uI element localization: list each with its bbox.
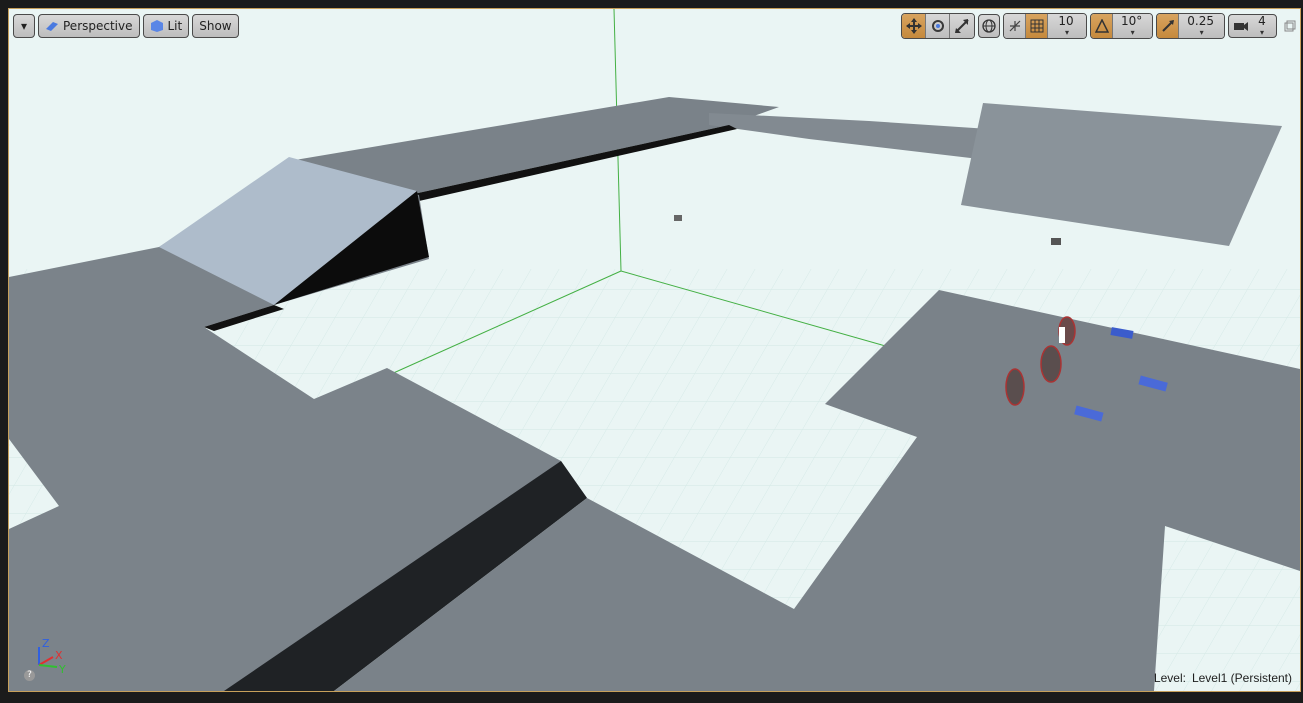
rotation-snap-value: 10° bbox=[1121, 14, 1143, 28]
grid-snap-toggle[interactable] bbox=[1026, 14, 1048, 38]
show-flags-button[interactable]: Show bbox=[192, 14, 239, 38]
surface-snap-button[interactable] bbox=[1004, 14, 1026, 38]
view-mode-label: Perspective bbox=[63, 19, 133, 33]
help-icon[interactable]: ? bbox=[24, 670, 35, 681]
rotate-tool-button[interactable] bbox=[926, 14, 950, 38]
axis-z-label: Z bbox=[42, 637, 50, 650]
rotation-snap-toggle[interactable] bbox=[1091, 14, 1113, 38]
scene-render[interactable] bbox=[9, 9, 1300, 691]
scale-arrows-icon bbox=[955, 19, 969, 33]
lit-sphere-icon bbox=[150, 20, 163, 32]
move-arrows-icon bbox=[905, 18, 922, 34]
maximize-viewport-icon[interactable] bbox=[1284, 20, 1296, 32]
world-local-toggle[interactable] bbox=[978, 14, 1000, 38]
angle-icon bbox=[1094, 19, 1109, 33]
grid-icon bbox=[1030, 19, 1043, 33]
chevron-down-icon: ▾ bbox=[1259, 28, 1264, 37]
chevron-down-icon: ▾ bbox=[1199, 28, 1204, 37]
rotate-icon bbox=[931, 20, 944, 32]
grid-snap-value: 10 bbox=[1058, 14, 1074, 28]
rotation-snap-group: 10° ▾ bbox=[1090, 13, 1154, 39]
viewport-toolbar-left: ▾ Perspective Lit Show bbox=[13, 13, 242, 39]
lighting-mode-label: Lit bbox=[167, 19, 183, 33]
camera-speed-dropdown[interactable]: 4 ▾ bbox=[1228, 14, 1277, 38]
scale-tool-button[interactable] bbox=[950, 14, 974, 38]
chevron-down-icon: ▾ bbox=[20, 19, 28, 33]
scale-snap-value-dropdown[interactable]: 0.25 ▾ bbox=[1179, 14, 1224, 38]
camera-speed-value: 4 bbox=[1258, 14, 1266, 28]
level-viewport[interactable]: ▾ Perspective Lit Show 10 ▾ 10° ▾ 0.25 ▾… bbox=[8, 8, 1301, 692]
show-label: Show bbox=[199, 19, 232, 33]
view-mode-button[interactable]: Perspective bbox=[38, 14, 140, 38]
chevron-down-icon: ▾ bbox=[1130, 28, 1135, 37]
axis-x-label: X bbox=[55, 649, 63, 662]
grid-snap-group: 10 ▾ bbox=[1003, 13, 1087, 39]
perspective-icon bbox=[46, 22, 58, 31]
viewport-options-button[interactable]: ▾ bbox=[13, 14, 35, 38]
scale-snap-icon bbox=[1162, 20, 1174, 32]
translate-tool-button[interactable] bbox=[902, 14, 926, 38]
viewport-toolbar-right: 10 ▾ 10° ▾ 0.25 ▾ 4 ▾ bbox=[901, 13, 1280, 39]
axis-y-label: Y bbox=[58, 663, 66, 676]
level-indicator: Level: Level1 (Persistent) bbox=[1154, 671, 1292, 685]
surface-snap-icon bbox=[1009, 20, 1020, 32]
grid-snap-value-dropdown[interactable]: 10 ▾ bbox=[1048, 14, 1086, 38]
chevron-down-icon: ▾ bbox=[1064, 28, 1069, 37]
scale-snap-value: 0.25 bbox=[1187, 14, 1214, 28]
scale-snap-group: 0.25 ▾ bbox=[1156, 13, 1225, 39]
level-name: Level1 (Persistent) bbox=[1191, 671, 1292, 685]
camera-icon bbox=[1234, 22, 1248, 31]
globe-icon bbox=[982, 19, 996, 33]
transform-tools-group bbox=[901, 13, 975, 39]
lighting-mode-button[interactable]: Lit bbox=[142, 14, 190, 38]
rotation-snap-value-dropdown[interactable]: 10° ▾ bbox=[1113, 14, 1153, 38]
level-label: Level: bbox=[1153, 671, 1186, 685]
scale-snap-toggle[interactable] bbox=[1157, 14, 1180, 38]
